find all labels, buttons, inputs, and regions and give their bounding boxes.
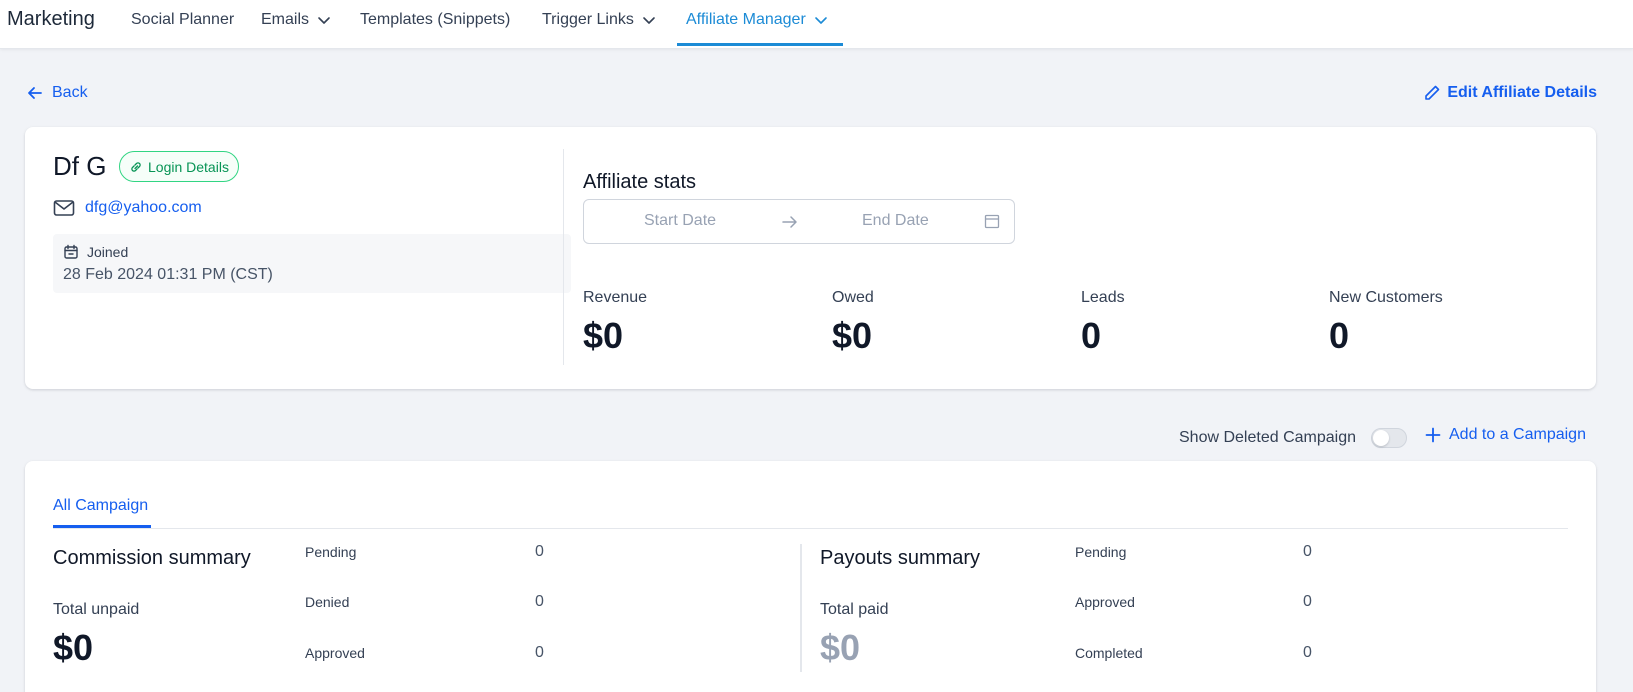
summary-divider [800,544,802,672]
nav-label: Templates (Snippets) [360,11,511,28]
stat-value: $0 [583,315,624,356]
start-date-input[interactable]: Start Date [644,212,716,230]
date-range-picker[interactable]: Start Date End Date [583,199,1015,244]
back-label: Back [52,84,88,101]
stat-revenue: Revenue $0 [583,289,647,357]
add-to-campaign-button[interactable]: Add to a Campaign [1425,426,1586,444]
link-icon [131,161,141,172]
login-details-label: Login Details [148,158,229,175]
add-to-campaign-label: Add to a Campaign [1449,426,1586,443]
show-deleted-toggle[interactable] [1371,428,1407,448]
plus-icon [1425,427,1441,443]
chevron-down-icon [318,17,330,24]
top-nav: Marketing Social Planner Emails Template… [0,0,1633,49]
joined-info: Joined 28 Feb 2024 01:31 PM (CST) [53,234,571,293]
total-paid-value: $0 [820,627,861,668]
joined-label: Joined [87,244,129,260]
stat-new-customers: New Customers 0 [1329,289,1443,357]
card-divider [563,149,564,365]
stat-leads: Leads 0 [1081,289,1125,357]
edit-label: Edit Affiliate Details [1447,84,1597,101]
stat-value: 0 [1081,315,1102,356]
arrow-right-icon [782,216,797,228]
commission-denied-label: Denied [305,594,350,610]
chevron-down-icon [643,17,655,24]
stat-value: 0 [1329,315,1350,356]
nav-emails[interactable]: Emails [261,11,331,29]
nav-templates[interactable]: Templates (Snippets) [360,11,510,29]
nav-affiliate-manager[interactable]: Affiliate Manager [686,11,828,29]
commission-denied-value: 0 [535,593,544,610]
active-tab-indicator [677,43,843,46]
arrow-left-icon [28,87,42,99]
email-row: dfg@yahoo.com [53,199,202,217]
stats-title: Affiliate stats [583,171,697,193]
commission-approved-label: Approved [305,645,365,661]
chevron-down-icon [814,17,827,24]
commission-pending-value: 0 [535,543,544,560]
affiliate-name: Df G [53,151,107,181]
payouts-approved-label: Approved [1075,594,1135,610]
mail-icon [53,200,75,216]
nav-label: Emails [261,11,310,28]
tab-all-campaign[interactable]: All Campaign [53,497,148,515]
login-details-badge[interactable]: Login Details [119,151,239,182]
payouts-approved-value: 0 [1303,593,1312,610]
tab-underline [53,525,151,528]
end-date-input[interactable]: End Date [862,212,929,230]
nav-label: Social Planner [131,11,235,28]
payouts-summary-title: Payouts summary [820,547,981,569]
stat-owed: Owed $0 [832,289,874,357]
stat-label: New Customers [1329,289,1443,306]
stat-label: Leads [1081,289,1125,306]
total-paid-label: Total paid [820,601,889,618]
nav-label: Trigger Links [542,11,634,28]
commission-summary-title: Commission summary [53,547,251,569]
total-unpaid-label: Total unpaid [53,601,140,618]
calendar-icon[interactable] [984,213,1000,229]
nav-trigger-links[interactable]: Trigger Links [542,11,656,29]
stat-label: Revenue [583,289,648,306]
affiliate-email[interactable]: dfg@yahoo.com [85,199,202,217]
payouts-completed-label: Completed [1075,645,1143,661]
show-deleted-label: Show Deleted Campaign [1179,429,1356,446]
campaign-tabs: All Campaign [53,461,1568,529]
toggle-knob [1373,430,1389,446]
app-title: Marketing [7,8,95,30]
joined-date: 28 Feb 2024 01:31 PM (CST) [63,266,273,283]
payouts-pending-value: 0 [1303,543,1312,560]
back-button[interactable]: Back [26,84,88,102]
campaign-card: All Campaign Commission summary Total un… [25,461,1596,692]
stat-value: $0 [832,315,873,356]
stat-label: Owed [832,289,874,306]
commission-approved-value: 0 [535,644,544,661]
total-unpaid-value: $0 [53,627,94,668]
nav-social-planner[interactable]: Social Planner [131,11,234,29]
nav-label: Affiliate Manager [686,11,806,28]
pencil-icon [1425,85,1440,100]
affiliate-card: Df G Login Details dfg@yahoo.com Joined … [25,127,1596,389]
joined-label-row: Joined [63,244,128,260]
payouts-pending-label: Pending [1075,544,1127,560]
commission-pending-label: Pending [305,544,357,560]
payouts-completed-value: 0 [1303,644,1312,661]
calendar-icon [64,244,78,259]
edit-affiliate-button[interactable]: Edit Affiliate Details [1423,84,1597,102]
